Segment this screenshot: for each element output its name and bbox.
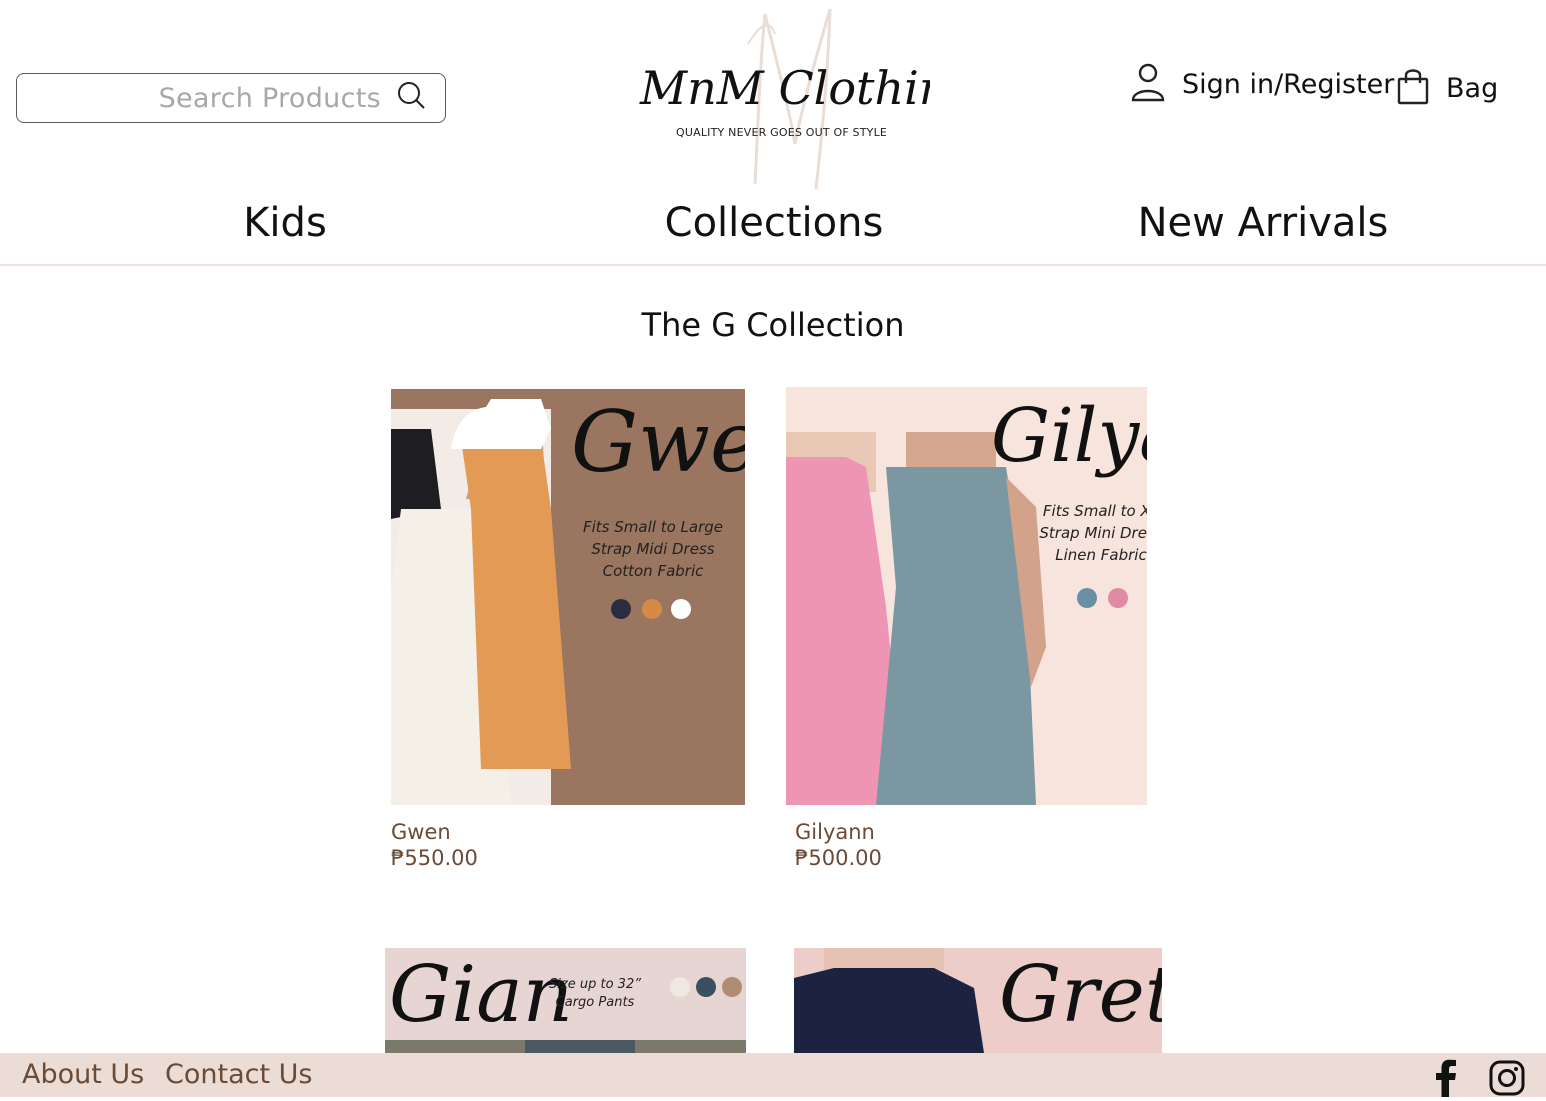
nav-item-kids[interactable]: Kids [85,200,485,246]
product-image-gian[interactable]: Gian Size up to 32” Cargo Pants [385,948,746,1053]
swatch-tan [722,977,742,997]
image-script-gilyann: Gilyann [991,393,1147,479]
facebook-icon[interactable] [1432,1059,1460,1101]
product-price-gilyann: ₱500.00 [795,846,882,870]
logo-script: MnM Clothing Ph [639,61,930,115]
nav-item-collections[interactable]: Collections [574,200,974,246]
swatch-blue [1077,588,1097,608]
logo-tagline: QUALITY NEVER GOES OUT OF STYLE [676,126,888,139]
instagram-icon[interactable] [1488,1059,1526,1101]
swatch-orange [642,599,662,619]
product-image-gilyann[interactable]: Gilyann Fits Small to XL Strap Mini Dres… [786,387,1147,805]
image-script-gwen: Gwen [571,393,745,491]
swatch-slate [696,977,716,997]
about-us-link[interactable]: About Us [22,1059,144,1090]
main-nav: Kids Collections New Arrivals [0,196,1546,266]
product-price-gwen: ₱550.00 [391,846,478,870]
search-placeholder: Search Products [158,82,381,114]
product-name-gilyann[interactable]: Gilyann [795,820,875,844]
image-script-greta: Greta [999,950,1162,1040]
contact-us-link[interactable]: Contact Us [165,1059,312,1090]
sign-in-link[interactable]: Sign in/Register [1130,62,1394,106]
bag-icon [1396,66,1430,110]
nav-item-new-arrivals[interactable]: New Arrivals [1063,200,1463,246]
sign-in-label: Sign in/Register [1182,68,1395,100]
product-image-gwen[interactable]: Gwen Fits Small to Large Strap Midi Dres… [391,389,745,805]
page-title: The G Collection [641,306,905,344]
bag-label: Bag [1446,72,1499,104]
search-input[interactable]: Search Products [16,73,446,123]
product-image-greta[interactable]: Greta [794,948,1162,1053]
footer: About Us Contact Us [0,1053,1546,1097]
brand-logo[interactable]: MnM Clothing Ph QUALITY NEVER GOES OUT O… [630,4,930,194]
user-icon [1130,62,1166,106]
product-name-gwen[interactable]: Gwen [391,820,451,844]
swatch-pink [1108,588,1128,608]
swatch-white [671,599,691,619]
image-text-gilyann: Fits Small to XL Strap Mini Dress Linen … [1039,502,1147,564]
swatch-navy [611,599,631,619]
swatch-cream [670,977,690,997]
bag-link[interactable]: Bag [1396,66,1498,110]
search-icon[interactable] [397,81,427,115]
image-text-gian: Size up to 32” Cargo Pants [549,977,641,1010]
image-text-gwen: Fits Small to Large Strap Midi Dress Cot… [583,518,723,580]
